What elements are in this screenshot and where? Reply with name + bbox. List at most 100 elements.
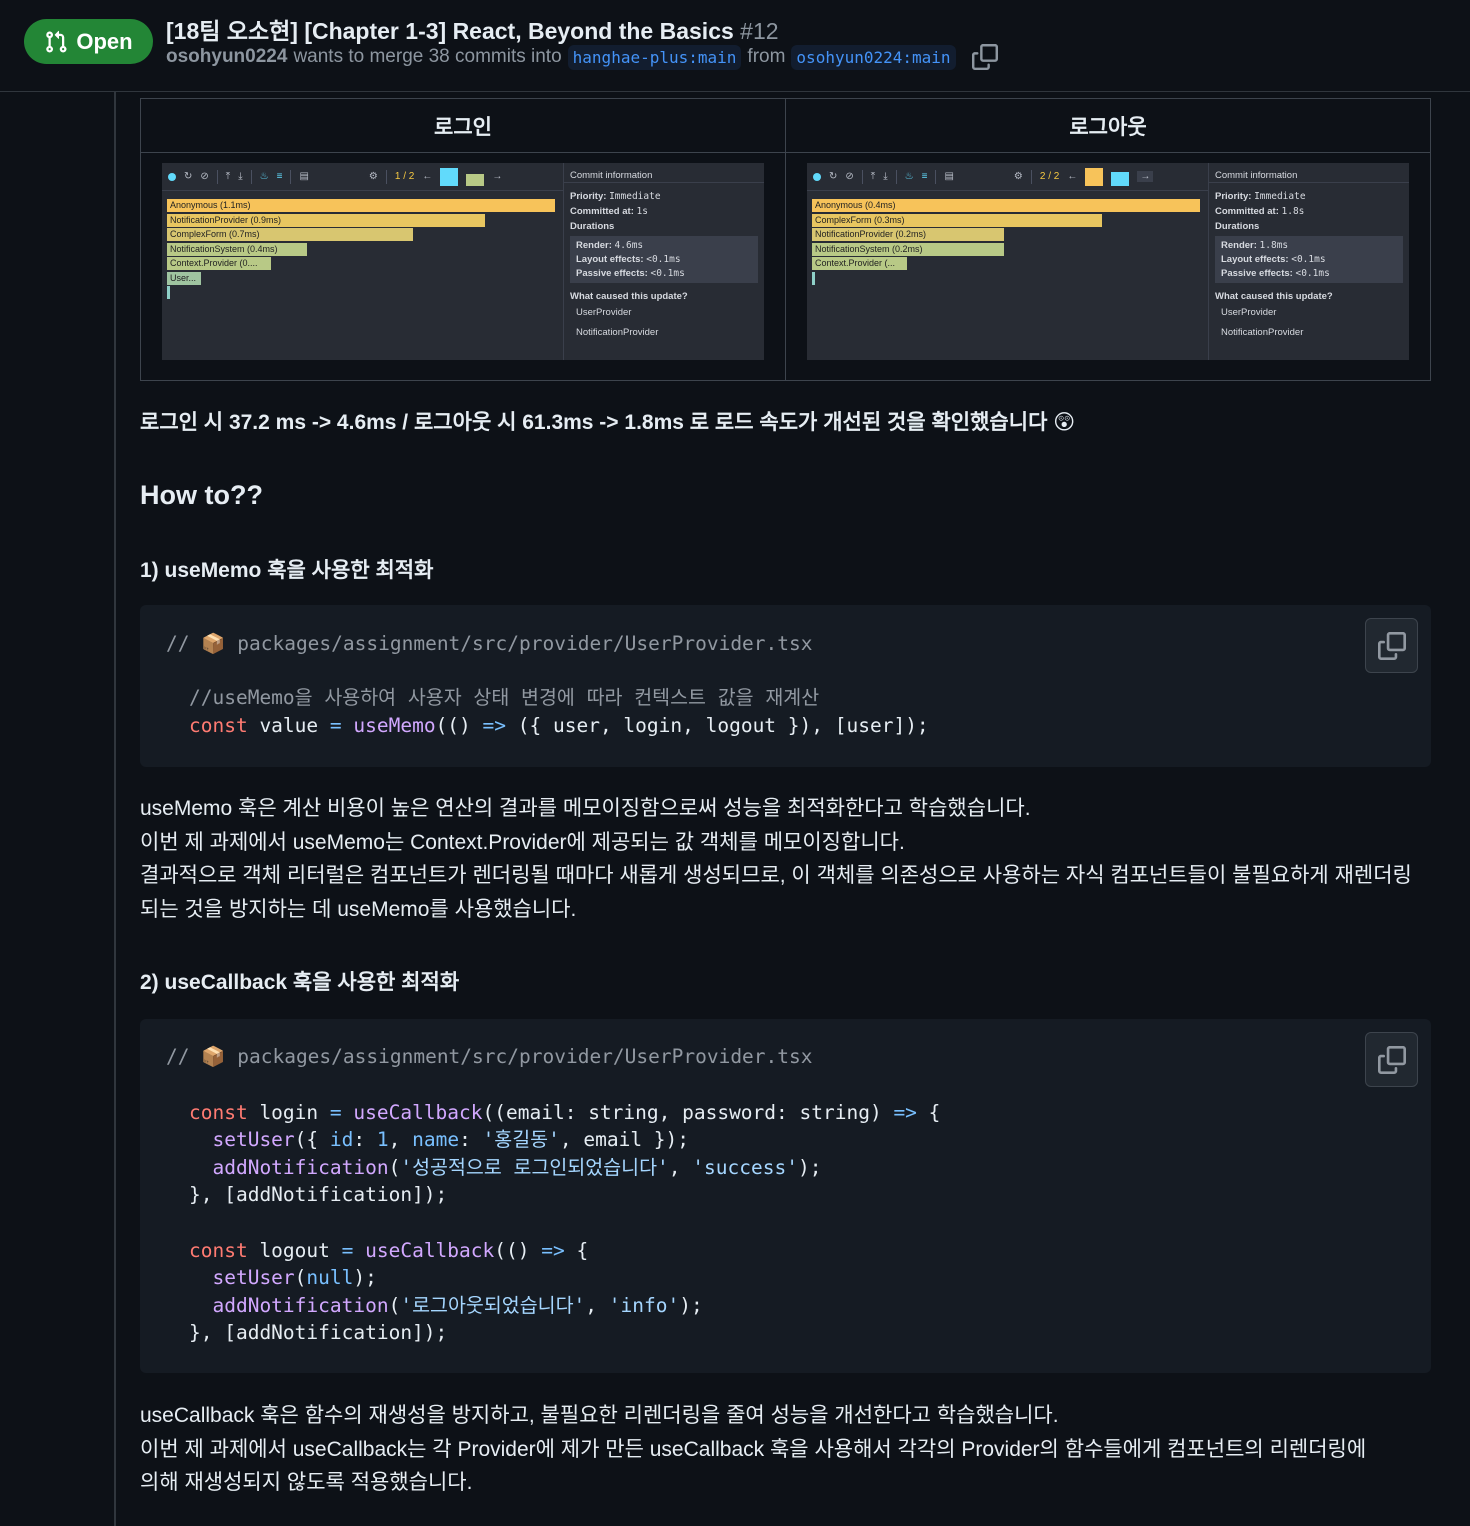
ranked-icon: ≡ — [276, 171, 283, 182]
code-token: => — [881, 1101, 917, 1124]
flamegraph-bars: Anonymous (0.4ms) ComplexForm (0.3ms) No… — [812, 199, 1208, 286]
section1-heading: 1) useMemo 훅을 사용한 최적화 — [140, 559, 434, 582]
flame-bar: NotificationSystem (0.4ms) — [167, 242, 307, 256]
pr-state-label: Open — [76, 28, 133, 54]
code-token: ( — [294, 1266, 307, 1289]
code-token: id — [329, 1128, 354, 1151]
divider — [1030, 169, 1032, 184]
priority-label: Priority: — [1215, 191, 1252, 202]
code-token: name — [412, 1128, 460, 1151]
layout-label: Layout effects: — [1221, 254, 1289, 265]
pr-meta: osohyun0224 wants to merge 38 commits in… — [166, 44, 998, 70]
code-token: ); — [679, 1294, 703, 1317]
code-token: ( — [388, 1156, 401, 1179]
code-line: addNotification('성공적으로 로그인되었습니다', 'succe… — [189, 1154, 821, 1182]
settings-icon: ⚙ — [1013, 171, 1023, 182]
cause-item: NotificationProvider — [576, 327, 659, 338]
ranked-icon: ≡ — [921, 171, 928, 182]
code-token: '성공적으로 로그인되었습니다' — [400, 1156, 669, 1179]
reload-icon: ↻ — [829, 171, 838, 182]
commit-bar-2 — [466, 173, 485, 186]
code-line: }, [addNotification]); — [189, 1321, 448, 1344]
commit-info-panel: Commit information Priority: Immediate C… — [1209, 163, 1409, 360]
code-token: (() — [435, 714, 471, 737]
code-token: { — [916, 1101, 941, 1124]
flame-bar: NotificationProvider (0.2ms) — [812, 228, 1004, 241]
code-token: : — [353, 1128, 377, 1151]
copy-branch-icon[interactable] — [971, 44, 998, 70]
record-icon — [813, 172, 821, 181]
section1-para-1: useMemo 훅은 계산 비용이 높은 연산의 결과를 메모이징함으로써 성능… — [140, 797, 1031, 820]
how-to-heading: How to?? — [140, 480, 263, 510]
layout-label: Layout effects: — [576, 254, 644, 265]
timeline-icon: ▤ — [944, 171, 954, 182]
flamegraph-panel: ↻ ⊘ ⤒ ⤓ ♨ ≡ ▤ ⚙ — [162, 163, 564, 360]
reload-icon: ↻ — [184, 171, 193, 182]
pr-title: [18팀 오소현] [Chapter 1-3] React, Beyond th… — [166, 12, 779, 46]
flame-bar: Context.Provider (0.... — [167, 257, 271, 270]
commit-bar-1 — [440, 167, 459, 186]
section1-para-2: 이번 제 과제에서 useMemo는 Context.Provider에 제공되… — [140, 831, 905, 854]
commit-bar-2 — [1111, 171, 1130, 186]
code-token: (() — [494, 1239, 530, 1262]
next-commit-icon: → — [492, 171, 503, 182]
pr-author-link[interactable]: osohyun0224 — [166, 46, 287, 68]
cause-label: What caused this update? — [1215, 291, 1333, 302]
priority-label: Priority: — [570, 191, 607, 202]
code-token: , — [668, 1156, 693, 1179]
next-commit-icon: → — [1137, 171, 1154, 182]
render-label: Render: — [576, 240, 612, 251]
table-header-login: 로그인 — [434, 115, 492, 139]
code-token: ({ — [294, 1128, 330, 1151]
passive-label: Passive effects: — [576, 268, 648, 279]
priority-value: Immediate — [1254, 191, 1306, 202]
code-token: => — [470, 714, 507, 737]
code-token: setUser — [189, 1128, 295, 1151]
git-pull-request-icon — [46, 30, 67, 53]
render-label: Render: — [1221, 240, 1257, 251]
code-token: login — [247, 1101, 330, 1124]
code-token: , — [388, 1128, 413, 1151]
head-branch[interactable]: osohyun0224:main — [791, 44, 956, 70]
code-block-usememo: // 📦 packages/assignment/src/provider/Us… — [140, 605, 1431, 767]
code-token: '홍길동' — [482, 1128, 560, 1151]
code-token: = — [341, 1239, 354, 1262]
base-branch[interactable]: hanghae-plus:main — [567, 44, 742, 70]
upload-icon: ⤒ — [225, 171, 231, 182]
divider — [216, 169, 218, 184]
pr-state-badge: Open — [24, 19, 153, 64]
divider — [935, 169, 937, 184]
timeline-icon: ▤ — [299, 171, 309, 182]
code-token: const — [189, 1239, 248, 1262]
code-token: ); — [797, 1156, 822, 1179]
prev-commit-icon: ← — [1067, 171, 1078, 182]
code-line: const login = useCallback((email: string… — [189, 1099, 940, 1127]
code-token: logout — [247, 1239, 342, 1262]
flame-bar: NotificationSystem (0.2ms) — [812, 242, 1004, 256]
commit-info-title: Commit information — [564, 163, 764, 183]
flame-bar: Anonymous (1.1ms) — [167, 199, 555, 212]
flame-bar: Context.Provider (... — [812, 257, 907, 270]
settings-icon: ⚙ — [368, 171, 378, 182]
priority-value: Immediate — [609, 191, 661, 202]
code-token: setUser — [189, 1266, 295, 1289]
code-line: const logout = useCallback(() => { — [189, 1237, 588, 1265]
pr-title-text: [18팀 오소현] [Chapter 1-3] React, Beyond th… — [166, 18, 734, 44]
copy-code-button[interactable] — [1365, 1032, 1418, 1087]
code-token: , email }); — [559, 1128, 690, 1151]
code-token: = — [329, 1101, 342, 1124]
profiler-toolbar: ↻ ⊘ ⤒ ⤓ ♨ ≡ ▤ ⚙ — [162, 163, 563, 191]
flamegraph-panel: ↻ ⊘ ⤒ ⤓ ♨ ≡ ▤ ⚙ — [807, 163, 1209, 360]
code-token: addNotification — [189, 1294, 389, 1317]
code-token: { — [564, 1239, 589, 1262]
flame-bar: ComplexForm (0.3ms) — [812, 213, 1102, 227]
durations-box: Render: 1.8ms Layout effects: <0.1ms Pas… — [1215, 236, 1403, 283]
table-cell-logout: ↻ ⊘ ⤒ ⤓ ♨ ≡ ▤ ⚙ 2 / 2 ← → Anonymous (0.4… — [785, 153, 1430, 380]
flamegraph-bars: Anonymous (1.1ms) NotificationProvider (… — [167, 199, 563, 301]
code-block-usecallback: // 📦 packages/assignment/src/provider/Us… — [140, 1019, 1431, 1373]
commit-page: 2 / 2 — [1039, 171, 1060, 182]
download-icon: ⤓ — [883, 171, 888, 182]
flame-bar: ComplexForm (0.7ms) — [167, 228, 413, 241]
copy-code-button[interactable] — [1365, 618, 1418, 673]
code-line: setUser(null); — [189, 1264, 376, 1292]
